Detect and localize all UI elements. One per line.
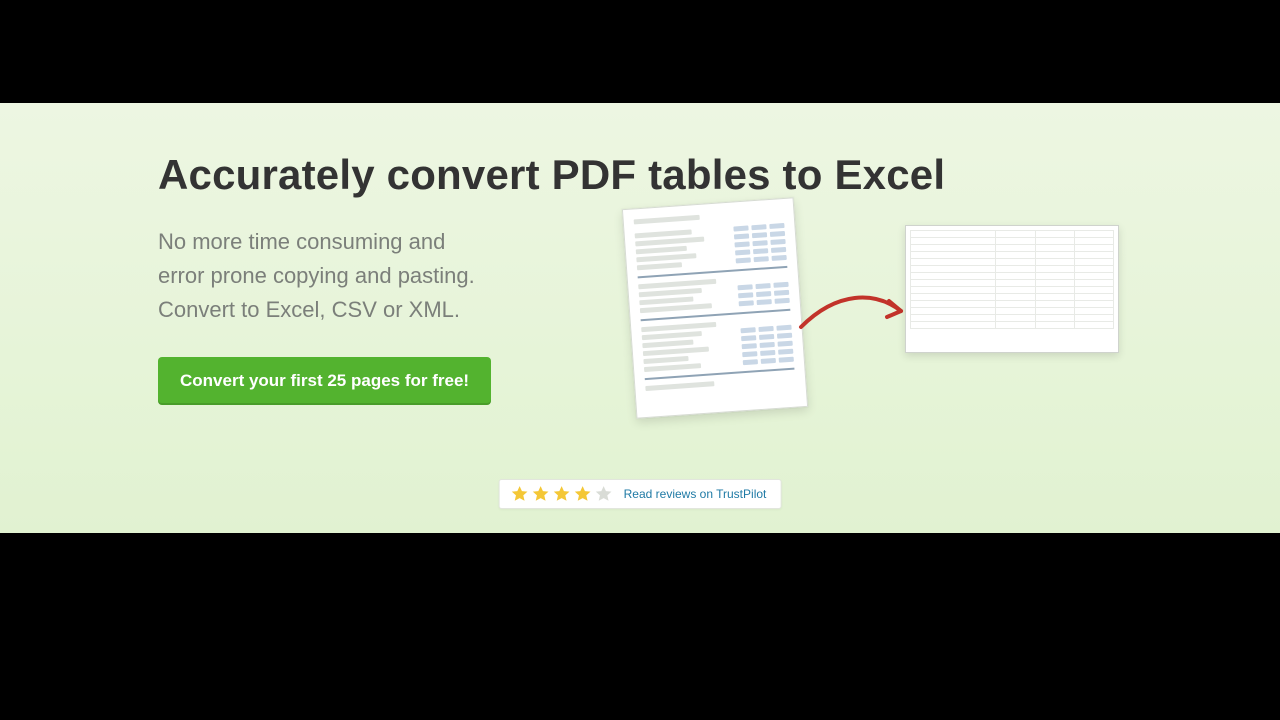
convert-cta-button[interactable]: Convert your first 25 pages for free! (158, 357, 491, 405)
sub-line-1: No more time consuming and (158, 229, 445, 254)
page-subheading: No more time consuming and error prone c… (158, 225, 578, 327)
star-rating (510, 484, 614, 504)
trustpilot-reviews-badge[interactable]: Read reviews on TrustPilot (499, 479, 782, 509)
excel-spreadsheet-icon (905, 225, 1119, 353)
star-icon (552, 484, 572, 504)
trustpilot-link[interactable]: Read reviews on TrustPilot (624, 487, 767, 501)
hero-section: Accurately convert PDF tables to Excel N… (0, 103, 1280, 533)
sub-line-3: Convert to Excel, CSV or XML. (158, 297, 460, 322)
arrow-icon (797, 281, 917, 341)
conversion-illustration (625, 195, 1135, 415)
star-icon (510, 484, 530, 504)
star-icon (573, 484, 593, 504)
pdf-document-icon (622, 197, 808, 418)
page-headline: Accurately convert PDF tables to Excel (158, 151, 1138, 199)
sub-line-2: error prone copying and pasting. (158, 263, 475, 288)
star-icon (531, 484, 551, 504)
star-icon (594, 484, 614, 504)
